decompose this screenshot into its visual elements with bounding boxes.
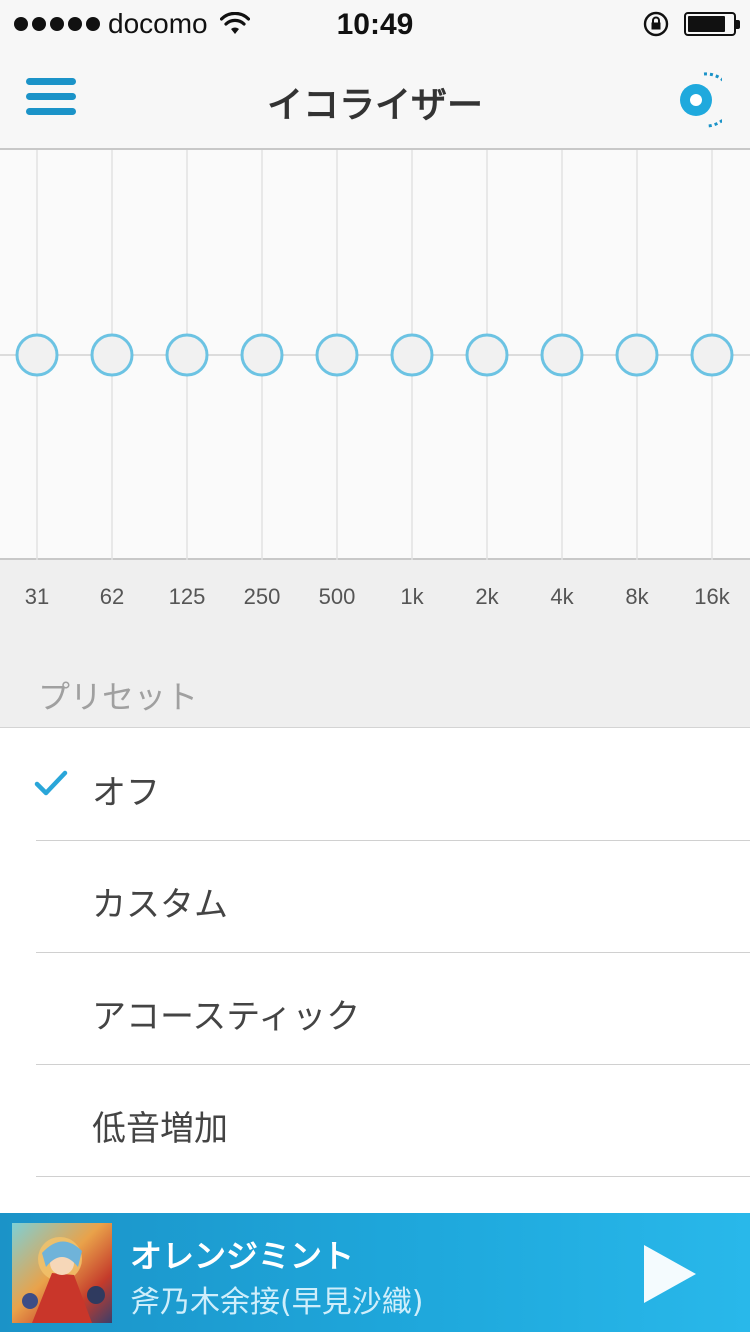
band-slider-knob-31[interactable] <box>15 333 59 377</box>
divider <box>36 1176 750 1177</box>
preset-label: オフ <box>92 773 160 813</box>
preset-header-label: プリセット <box>38 678 199 716</box>
band-label-4k: 4k <box>550 584 574 609</box>
equalizer-graph <box>0 150 750 560</box>
band-slider-knob-500[interactable] <box>315 333 359 377</box>
status-bar: docomo 10:49 <box>0 0 750 50</box>
preset-item-acoustic[interactable]: アコースティック <box>0 953 750 1065</box>
status-time: 10:49 <box>336 8 414 41</box>
band-label-125: 125 <box>168 584 206 609</box>
track-title: オレンジミント <box>130 1237 355 1275</box>
band-slider-knob-4k[interactable] <box>540 333 584 377</box>
preset-item-bass-boost[interactable]: 低音増加 <box>0 1065 750 1177</box>
preset-section-header: プリセット <box>0 650 750 728</box>
status-right <box>642 10 740 38</box>
band-label-250: 250 <box>243 584 281 609</box>
band-label-62: 62 <box>99 584 125 609</box>
rotation-lock-icon <box>643 11 669 37</box>
page-title: イコライザー <box>266 85 483 126</box>
band-frequency-labels: 31 62 125 250 500 1k 2k 4k 8k 16k <box>0 560 750 650</box>
band-slider-knob-1k[interactable] <box>390 333 434 377</box>
band-label-31: 31 <box>24 584 50 609</box>
band-slider-knob-16k[interactable] <box>690 333 734 377</box>
band-label-500: 500 <box>318 584 356 609</box>
preset-item-off[interactable]: オフ <box>0 729 750 841</box>
band-label-8k: 8k <box>625 584 649 609</box>
band-slider-knob-125[interactable] <box>165 333 209 377</box>
band-slider-knob-2k[interactable] <box>465 333 509 377</box>
preset-label: 低音増加 <box>92 1109 228 1149</box>
equalizer-svg <box>0 150 750 560</box>
preset-label: アコースティック <box>92 997 361 1037</box>
band-label-16k: 16k <box>694 584 730 609</box>
app-logo-icon[interactable] <box>674 70 722 130</box>
album-art <box>12 1223 112 1323</box>
band-slider-knob-8k[interactable] <box>615 333 659 377</box>
preset-label: カスタム <box>92 885 228 925</box>
navigation-bar: イコライザー <box>0 50 750 150</box>
play-icon[interactable] <box>642 1243 698 1305</box>
preset-item-custom[interactable]: カスタム <box>0 841 750 953</box>
battery-icon <box>684 12 740 36</box>
band-slider-knob-62[interactable] <box>90 333 134 377</box>
checkmark-icon <box>34 770 68 796</box>
now-playing-bar[interactable]: オレンジミント 斧乃木余接(早見沙織) <box>0 1213 750 1332</box>
band-label-2k: 2k <box>475 584 499 609</box>
track-artist: 斧乃木余接(早見沙織) <box>130 1285 424 1320</box>
preset-list: オフ カスタム アコースティック 低音増加 <box>0 729 750 1177</box>
band-slider-knob-250[interactable] <box>240 333 284 377</box>
band-label-1k: 1k <box>400 584 424 609</box>
